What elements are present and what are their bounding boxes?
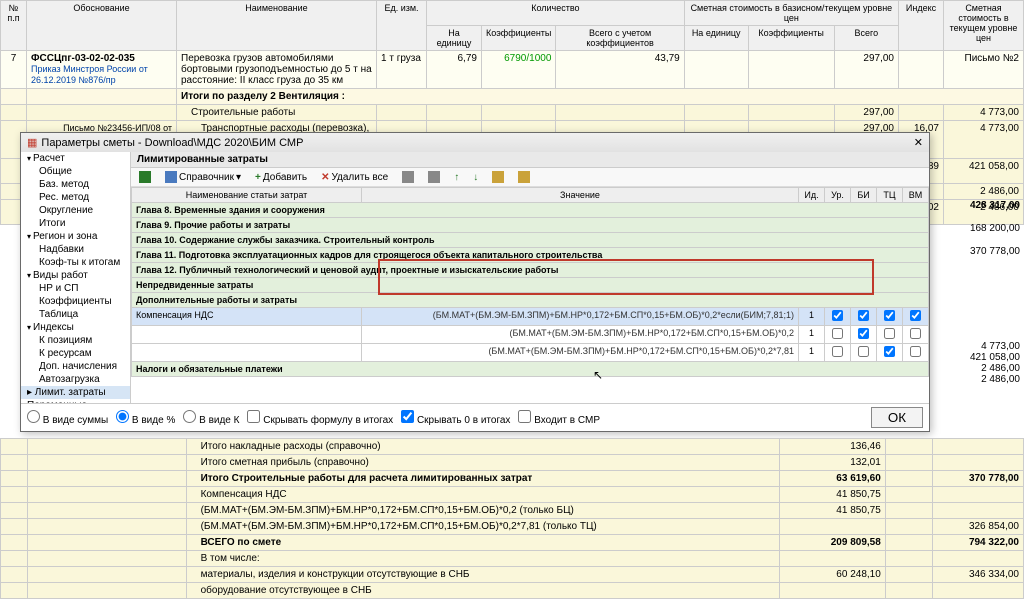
chapter-row[interactable]: Дополнительные работы и затраты — [132, 293, 929, 308]
table-row[interactable]: Итоги по разделу 2 Вентиляция : — [1, 89, 1024, 105]
pane-title: Лимитированные затраты — [131, 152, 929, 168]
table-row[interactable]: Компенсация НДС41 850,75 — [1, 487, 1024, 503]
arrow-down-icon: ↓ — [473, 172, 478, 183]
down-button[interactable]: ↓ — [469, 171, 482, 184]
table-row[interactable]: Итого Строительные работы для расчета ли… — [1, 471, 1024, 487]
tree-item[interactable]: Коэф-ты к итогам — [21, 256, 130, 269]
tree-item[interactable]: Надбавки — [21, 243, 130, 256]
paste-icon — [428, 171, 440, 183]
formula-row[interactable]: (БМ.МАТ+(БМ.ЭМ-БМ.ЗПМ)+БМ.НР*0,172+БМ.СП… — [132, 344, 929, 362]
close-icon[interactable]: ✕ — [914, 136, 923, 149]
chk-into-cmp[interactable]: Входит в СМР — [518, 410, 600, 426]
dialog-titlebar[interactable]: ▦ Параметры сметы - Download\МДС 2020\БИ… — [21, 133, 929, 152]
tree-item-selected[interactable]: ▸ Лимит. затраты — [21, 386, 130, 399]
col-cost: Сметная стоимость в базисном/текущем уро… — [684, 1, 898, 26]
col-curcost: Сметная стоимость в текущем уровне цен — [944, 1, 1024, 51]
nav-tree[interactable]: РасчетОбщиеБаз. методРес. методОкруглени… — [21, 152, 131, 403]
radio-pct[interactable]: В виде % — [116, 410, 175, 426]
table-row[interactable]: материалы, изделия и конструкции отсутст… — [1, 567, 1024, 583]
tree-section[interactable]: Виды работ — [21, 269, 130, 282]
copy-button[interactable] — [398, 170, 418, 184]
chapter-row[interactable]: Глава 9. Прочие работы и затраты — [132, 218, 929, 233]
nds-row[interactable]: Компенсация НДС(БМ.МАТ+(БМ.ЭМ-БМ.ЗПМ)+БМ… — [132, 308, 929, 326]
chapter-row[interactable]: Глава 11. Подготовка эксплуатационных ка… — [132, 248, 929, 263]
chk-hide-zero[interactable]: Скрывать 0 в итогах — [401, 410, 510, 426]
copy-icon — [402, 171, 414, 183]
tree-item[interactable]: Округление — [21, 204, 130, 217]
dialog-title: Параметры сметы - Download\МДС 2020\БИМ … — [41, 137, 303, 149]
tree-item[interactable]: Общие — [21, 165, 130, 178]
tree-item[interactable]: Рес. метод — [21, 191, 130, 204]
table-row[interactable]: (БМ.МАТ+(БМ.ЭМ-БМ.ЗПМ)+БМ.НР*0,172+БМ.СП… — [1, 519, 1024, 535]
tree-item[interactable]: Доп. начисления — [21, 360, 130, 373]
limits-table[interactable]: Наименование статьи затрат Значение Ид. … — [131, 187, 929, 377]
paste-button[interactable] — [424, 170, 444, 184]
cursor-icon: ↖ — [593, 368, 603, 382]
tree-item[interactable]: К ресурсам — [21, 347, 130, 360]
col-name: Наименование — [177, 1, 377, 51]
formula-row[interactable]: (БМ.МАТ+(БМ.ЭМ-БМ.ЗПМ)+БМ.НР*0,172+БМ.СП… — [132, 326, 929, 344]
radio-k[interactable]: В виде К — [183, 410, 239, 426]
chk-hide-formula[interactable]: Скрывать формулу в итогах — [247, 410, 393, 426]
right-totals: 428 317,00 168 200,00 370 778,00 4 773,0… — [940, 200, 1020, 385]
table-row[interactable]: 7 ФССЦпг-03-02-02-035Приказ Минстроя Рос… — [1, 51, 1024, 89]
chapter-row[interactable]: Глава 8. Временные здания и сооружения — [132, 203, 929, 218]
app-icon: ▦ — [27, 136, 37, 149]
import-button[interactable] — [514, 170, 534, 184]
tax-row[interactable]: Налоги и обязательные платежи — [132, 362, 929, 377]
save-button[interactable] — [135, 170, 155, 184]
col-index: Индекс — [899, 1, 944, 51]
chapter-row[interactable]: Непредвиденные затраты — [132, 278, 929, 293]
export-button[interactable] — [488, 170, 508, 184]
tree-section[interactable]: Индексы — [21, 321, 130, 334]
params-dialog: ▦ Параметры сметы - Download\МДС 2020\БИ… — [20, 132, 930, 432]
tree-item[interactable]: Баз. метод — [21, 178, 130, 191]
add-button[interactable]: + Добавить — [251, 171, 311, 184]
up-button[interactable]: ↑ — [450, 171, 463, 184]
col-qty: Количество — [427, 1, 685, 26]
tree-item[interactable]: К позициям — [21, 334, 130, 347]
tree-item[interactable]: Автозагрузка — [21, 373, 130, 386]
col-unit: Ед. изм. — [377, 1, 427, 51]
export-icon — [492, 171, 504, 183]
table-row[interactable]: оборудование отсутствующее в СНБ — [1, 583, 1024, 599]
tree-item[interactable]: Коэффициенты — [21, 295, 130, 308]
help-button[interactable]: Справочник ▾ — [161, 170, 245, 184]
toolbar: Справочник ▾ + Добавить ✕ Удалить все ↑ … — [131, 168, 929, 187]
chapter-row[interactable]: Глава 12. Публичный технологический и це… — [132, 263, 929, 278]
col-num: № п.п — [1, 1, 27, 51]
arrow-up-icon: ↑ — [454, 172, 459, 183]
dialog-footer: В виде суммы В виде % В виде К Скрывать … — [21, 403, 929, 431]
table-row[interactable]: Строительные работы297,004 773,00 — [1, 105, 1024, 121]
col-obosn: Обоснование — [27, 1, 177, 51]
tree-item[interactable]: НР и СП — [21, 282, 130, 295]
tree-section[interactable]: Регион и зона — [21, 230, 130, 243]
tree-section[interactable]: Расчет — [21, 152, 130, 165]
bottom-grid: Итого накладные расходы (справочно)136,4… — [0, 438, 1024, 599]
book-icon — [165, 171, 177, 183]
delete-all-button[interactable]: ✕ Удалить все — [317, 171, 392, 184]
radio-sum[interactable]: В виде суммы — [27, 410, 108, 426]
chapter-row[interactable]: Глава 10. Содержание службы заказчика. С… — [132, 233, 929, 248]
ok-button[interactable]: ОК — [871, 407, 923, 428]
tree-item[interactable]: Переменные — [21, 399, 130, 403]
save-icon — [139, 171, 151, 183]
table-row[interactable]: Итого накладные расходы (справочно)136,4… — [1, 439, 1024, 455]
table-row[interactable]: Итого сметная прибыль (справочно)132,01 — [1, 455, 1024, 471]
table-row[interactable]: ВСЕГО по смете209 809,58794 322,00 — [1, 535, 1024, 551]
table-row[interactable]: (БМ.МАТ+(БМ.ЭМ-БМ.ЗПМ)+БМ.НР*0,172+БМ.СП… — [1, 503, 1024, 519]
tree-item[interactable]: Таблица — [21, 308, 130, 321]
tree-item[interactable]: Итоги — [21, 217, 130, 230]
import-icon — [518, 171, 530, 183]
